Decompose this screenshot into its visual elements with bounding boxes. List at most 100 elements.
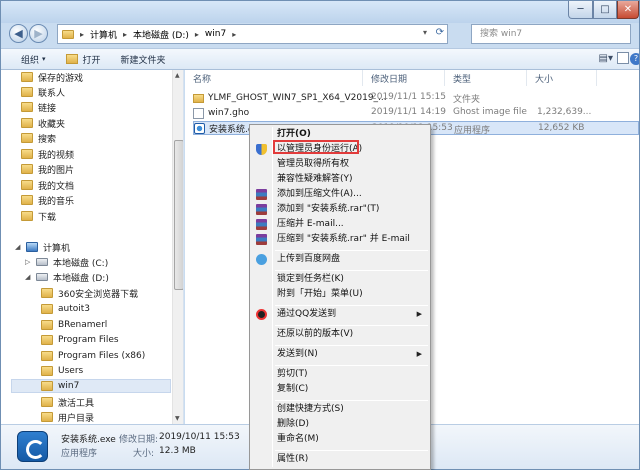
expand-icon[interactable]: ◢ bbox=[25, 273, 33, 281]
file-size: 12,652 KB bbox=[538, 123, 585, 133]
nav-item-win7[interactable]: win7 bbox=[11, 379, 171, 393]
nav-item-drive-c[interactable]: ▷ 本地磁盘 (C:) bbox=[25, 255, 108, 269]
application-icon bbox=[17, 431, 48, 462]
nav-item-brenamerl[interactable]: BRenamerl bbox=[41, 318, 107, 332]
nav-label: 计算机 bbox=[43, 243, 71, 254]
maximize-button[interactable]: □ bbox=[593, 1, 617, 19]
nav-scrollbar[interactable]: ▲ ▼ bbox=[172, 70, 183, 424]
application-icon bbox=[194, 122, 205, 134]
nav-item-links[interactable]: 链接 bbox=[21, 100, 56, 114]
file-date: 2019/11/1 15:15 bbox=[371, 92, 446, 102]
file-row[interactable]: YLMF_GHOST_WIN7_SP1_X64_V2019_... 2019/1… bbox=[193, 91, 639, 105]
qq-icon bbox=[256, 309, 267, 320]
nav-item-pictures[interactable]: 我的图片 bbox=[21, 162, 74, 176]
view-options-icon[interactable]: ▤▾ bbox=[599, 53, 613, 64]
drive-icon bbox=[36, 258, 48, 266]
nav-item-downloads[interactable]: 下载 bbox=[21, 209, 56, 223]
menu-item-rename[interactable]: 重命名(M) bbox=[252, 432, 428, 447]
nav-item-user-directory[interactable]: 用户目录 bbox=[41, 410, 94, 424]
new-folder-button[interactable]: 新建文件夹 bbox=[121, 53, 166, 66]
column-header-date[interactable]: 修改日期 bbox=[363, 70, 445, 86]
nav-label: 激活工具 bbox=[58, 398, 95, 409]
menu-item-compatibility[interactable]: 兼容性疑难解答(Y) bbox=[252, 172, 428, 187]
breadcrumb-separator[interactable]: ▸ bbox=[232, 30, 236, 39]
menu-item-delete[interactable]: 删除(D) bbox=[252, 417, 428, 432]
expand-icon[interactable]: ◢ bbox=[15, 243, 23, 251]
folder-icon bbox=[41, 351, 53, 361]
baidu-cloud-icon bbox=[256, 254, 267, 265]
refresh-icon[interactable]: ⟳ bbox=[436, 27, 444, 38]
column-header-size[interactable]: 大小 bbox=[527, 70, 597, 86]
nav-item-computer[interactable]: ◢ 计算机 bbox=[15, 240, 70, 254]
back-button[interactable]: ◀ bbox=[9, 24, 28, 43]
nav-item-360-downloads[interactable]: 360安全浏览器下载 bbox=[41, 286, 138, 300]
organize-button[interactable]: 组织 ▾ bbox=[21, 53, 46, 66]
nav-item-drive-d[interactable]: ◢ 本地磁盘 (D:) bbox=[25, 270, 109, 284]
address-bar[interactable]: ▸ 计算机 ▸ 本地磁盘 (D:) ▸ win7 ▸ ▾ ⟳ bbox=[57, 24, 448, 44]
help-icon[interactable]: ? bbox=[630, 53, 639, 65]
menu-item-copy[interactable]: 复制(C) bbox=[252, 382, 428, 397]
breadcrumb-separator[interactable]: ▸ bbox=[123, 30, 127, 39]
scrollbar-thumb[interactable] bbox=[174, 140, 183, 290]
preview-pane-icon[interactable] bbox=[617, 52, 629, 64]
details-modified: 2019/10/11 15:53 bbox=[159, 432, 240, 442]
menu-item-take-ownership[interactable]: 管理员取得所有权 bbox=[252, 157, 428, 172]
menu-item-cut[interactable]: 剪切(T) bbox=[252, 367, 428, 382]
open-button[interactable]: 打开 bbox=[65, 53, 101, 66]
column-header-name[interactable]: 名称 bbox=[185, 70, 363, 86]
menu-item-compress-rar-email[interactable]: 压缩到 "安装系统.rar" 并 E-mail bbox=[252, 232, 428, 247]
nav-item-program-files-x86[interactable]: Program Files (x86) bbox=[41, 349, 145, 363]
menu-item-add-archive[interactable]: 添加到压缩文件(A)... bbox=[252, 187, 428, 202]
menu-item-send-qq[interactable]: 通过QQ发送到 ▶ bbox=[252, 307, 428, 322]
breadcrumb-win7[interactable]: win7 bbox=[205, 29, 226, 39]
minimize-button[interactable]: ─ bbox=[568, 1, 593, 19]
scroll-up-icon[interactable]: ▲ bbox=[175, 72, 180, 79]
breadcrumb: ▸ 计算机 ▸ 本地磁盘 (D:) ▸ win7 ▸ bbox=[74, 28, 242, 41]
file-row[interactable]: win7.gho 2019/11/1 14:19 Ghost image fil… bbox=[193, 106, 639, 120]
menu-item-properties[interactable]: 属性(R) bbox=[252, 452, 428, 467]
menu-item-pin-start[interactable]: 附到「开始」菜单(U) bbox=[252, 287, 428, 302]
title-bar[interactable]: ─ □ ✕ bbox=[1, 1, 639, 23]
nav-item-documents[interactable]: 我的文档 bbox=[21, 178, 74, 192]
menu-item-upload-baidu[interactable]: 上传到百度网盘 bbox=[252, 252, 428, 267]
forward-button[interactable]: ▶ bbox=[29, 24, 48, 43]
search-input[interactable]: 搜索 win7 bbox=[471, 24, 631, 44]
breadcrumb-separator[interactable]: ▸ bbox=[80, 30, 84, 39]
folder-icon bbox=[41, 397, 53, 407]
nav-label: 收藏夹 bbox=[38, 119, 66, 130]
menu-separator bbox=[275, 270, 428, 271]
winrar-icon bbox=[256, 219, 267, 230]
scroll-down-icon[interactable]: ▼ bbox=[175, 415, 180, 422]
menu-item-send-to[interactable]: 发送到(N) ▶ bbox=[252, 347, 428, 362]
menu-item-add-rar[interactable]: 添加到 "安装系统.rar"(T) bbox=[252, 202, 428, 217]
folder-icon bbox=[21, 180, 33, 190]
nav-item-program-files[interactable]: Program Files bbox=[41, 333, 119, 347]
address-dropdown-icon[interactable]: ▾ bbox=[423, 28, 427, 37]
breadcrumb-computer[interactable]: 计算机 bbox=[90, 28, 117, 41]
nav-item-autoit3[interactable]: autoit3 bbox=[41, 302, 90, 316]
nav-item-activation-tools[interactable]: 激活工具 bbox=[41, 395, 94, 409]
submenu-arrow-icon: ▶ bbox=[416, 310, 422, 318]
breadcrumb-separator[interactable]: ▸ bbox=[195, 30, 199, 39]
nav-item-music[interactable]: 我的音乐 bbox=[21, 193, 74, 207]
details-filename: 安装系统.exe bbox=[61, 435, 116, 445]
menu-item-pin-taskbar[interactable]: 锁定到任务栏(K) bbox=[252, 272, 428, 287]
close-button[interactable]: ✕ bbox=[617, 1, 639, 19]
breadcrumb-drive-d[interactable]: 本地磁盘 (D:) bbox=[133, 28, 189, 41]
nav-item-videos[interactable]: 我的视频 bbox=[21, 147, 74, 161]
menu-item-create-shortcut[interactable]: 创建快捷方式(S) bbox=[252, 402, 428, 417]
nav-item-favorites[interactable]: 收藏夹 bbox=[21, 116, 65, 130]
expand-icon[interactable]: ▷ bbox=[25, 258, 33, 266]
nav-item-saved-games[interactable]: 保存的游戏 bbox=[21, 70, 83, 84]
nav-item-contacts[interactable]: 联系人 bbox=[21, 85, 65, 99]
column-header-type[interactable]: 类型 bbox=[445, 70, 527, 86]
context-menu: 打开(O) 以管理员身份运行(A) 管理员取得所有权 兼容性疑难解答(Y) 添加… bbox=[249, 124, 431, 470]
menu-item-compress-email[interactable]: 压缩并 E-mail... bbox=[252, 217, 428, 232]
nav-label: 联系人 bbox=[38, 88, 66, 99]
nav-item-users[interactable]: Users bbox=[41, 364, 83, 378]
nav-item-searches[interactable]: 搜索 bbox=[21, 131, 56, 145]
menu-item-restore-versions[interactable]: 还原以前的版本(V) bbox=[252, 327, 428, 342]
nav-label: autoit3 bbox=[58, 304, 91, 314]
menu-separator bbox=[275, 325, 428, 326]
file-type: Ghost image file bbox=[453, 107, 527, 117]
